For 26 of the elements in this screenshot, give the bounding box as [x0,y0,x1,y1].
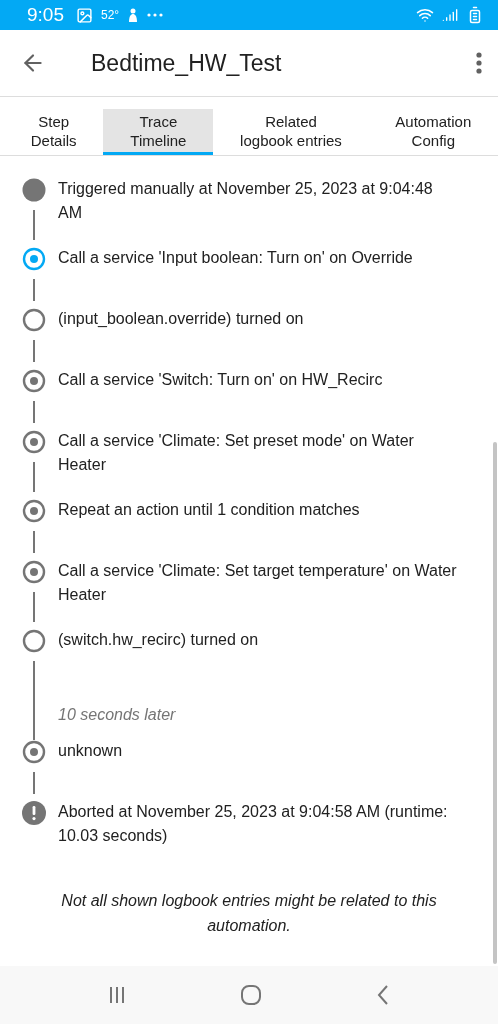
home-icon[interactable] [240,984,262,1006]
timeline-entry[interactable]: (switch.hw_recirc) turned on [58,628,259,690]
timeline-entry[interactable]: Call a service 'Climate: Set preset mode' on Water Heater [58,429,458,499]
tab[interactable]: Step Details [4,109,104,155]
timeline-entry[interactable]: Call a service 'Switch: Turn on' on HW_Recirc [58,368,383,430]
page-title: Bedtime_HW_Test [91,49,283,77]
timeline-entry[interactable]: (input_boolean.override) turned on [58,307,304,369]
timeline-entry[interactable]: Triggered manually at November 25, 2023 at 9:04:48 AM [58,177,458,247]
wifi-icon [416,6,434,24]
temperature: 52° [101,8,120,22]
tab[interactable]: Trace Timeline [103,109,214,155]
timeline-entry[interactable]: Call a service 'Input boolean: Turn on' on Override [58,246,413,308]
tab[interactable]: Related logbook entries [213,109,369,155]
timeline-entry[interactable]: Repeat an action until 1 condition matches [58,498,360,560]
figure-icon [127,7,140,23]
disclaimer: Not all shown logbook entries might be related to this automation. [60,891,438,936]
elapsed-time: 10 seconds later [58,706,176,724]
image-icon [76,6,93,24]
timeline-entry[interactable]: unknown [58,739,123,801]
tab[interactable]: Automation Config [368,109,498,155]
status-time: 9:05 [27,4,64,26]
menu-icon[interactable] [476,52,482,74]
signal-icon [442,7,458,23]
timeline-entry[interactable]: Aborted at November 25, 2023 at 9:04:58 AM (runtime: 10.03 seconds) [58,800,458,870]
more-icon [147,13,164,17]
timeline-entry[interactable]: Call a service 'Climate: Set target temperature' on Water Heater [58,559,458,629]
